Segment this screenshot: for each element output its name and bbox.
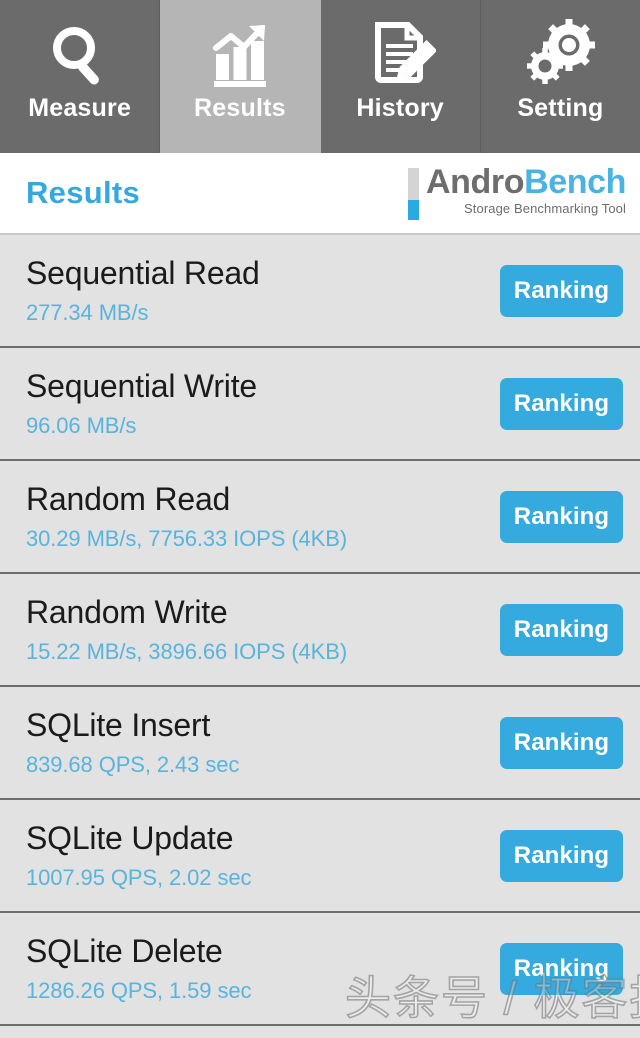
result-value: 1286.26 QPS, 1.59 sec [26, 977, 252, 1003]
tab-bar: Measure Results History Setting [0, 0, 640, 153]
page-title: Results [26, 175, 141, 210]
bar-chart-trend-icon [204, 16, 276, 94]
result-name: Sequential Read [26, 255, 260, 292]
result-value: 839.68 QPS, 2.43 sec [26, 751, 240, 777]
tab-results-label: Results [194, 94, 286, 122]
table-row[interactable]: SQLite Update 1007.95 QPS, 2.02 sec Rank… [0, 800, 640, 913]
tab-setting[interactable]: Setting [480, 0, 640, 153]
ranking-button[interactable]: Ranking [500, 490, 623, 543]
result-value: 15.22 MB/s, 3896.66 IOPS (4KB) [26, 638, 348, 664]
logo-bar-icon [407, 168, 419, 220]
page-header: Results AndroBench Storage Benchmarking … [0, 153, 640, 235]
table-row[interactable]: Random Read 30.29 MB/s, 7756.33 IOPS (4K… [0, 461, 640, 574]
document-pencil-icon [364, 16, 437, 94]
tab-setting-label: Setting [517, 94, 604, 122]
result-value: 1007.95 QPS, 2.02 sec [26, 864, 252, 890]
tab-history[interactable]: History [320, 0, 481, 153]
androbench-results-screen: Measure Results History Setting Results … [0, 0, 640, 1038]
results-list: Sequential Read 277.34 MB/s Ranking Sequ… [0, 235, 640, 1026]
ranking-button[interactable]: Ranking [500, 377, 623, 430]
ranking-button[interactable]: Ranking [500, 603, 623, 656]
tab-measure[interactable]: Measure [0, 0, 161, 153]
result-value: 96.06 MB/s [26, 412, 137, 438]
ranking-button[interactable]: Ranking [500, 264, 623, 317]
tab-history-label: History [356, 94, 444, 122]
result-value: 277.34 MB/s [26, 299, 149, 325]
tab-results[interactable]: Results [160, 0, 321, 153]
result-name: SQLite Delete [26, 933, 223, 970]
tab-measure-label: Measure [28, 94, 132, 122]
result-name: Random Write [26, 594, 228, 631]
androbench-logo: AndroBench Storage Benchmarking Tool [407, 163, 626, 220]
ranking-button[interactable]: Ranking [500, 942, 623, 995]
gears-icon [524, 16, 596, 94]
ranking-button[interactable]: Ranking [500, 716, 623, 769]
table-row[interactable]: SQLite Insert 839.68 QPS, 2.43 sec Ranki… [0, 687, 640, 800]
table-row[interactable]: Sequential Write 96.06 MB/s Ranking [0, 348, 640, 461]
result-name: Sequential Write [26, 368, 258, 405]
ranking-button[interactable]: Ranking [500, 829, 623, 882]
logo-primary-text: Andro [425, 163, 525, 201]
table-row[interactable]: Random Write 15.22 MB/s, 3896.66 IOPS (4… [0, 574, 640, 687]
result-name: SQLite Insert [26, 707, 211, 744]
magnifier-icon [44, 16, 116, 94]
result-value: 30.29 MB/s, 7756.33 IOPS (4KB) [26, 525, 348, 551]
result-name: SQLite Update [26, 820, 234, 857]
table-row[interactable]: Sequential Read 277.34 MB/s Ranking [0, 235, 640, 348]
result-name: Random Read [26, 481, 231, 518]
logo-tagline: Storage Benchmarking Tool [464, 201, 626, 217]
logo-secondary-text: Bench [524, 163, 626, 201]
table-row[interactable]: SQLite Delete 1286.26 QPS, 1.59 sec Rank… [0, 913, 640, 1026]
